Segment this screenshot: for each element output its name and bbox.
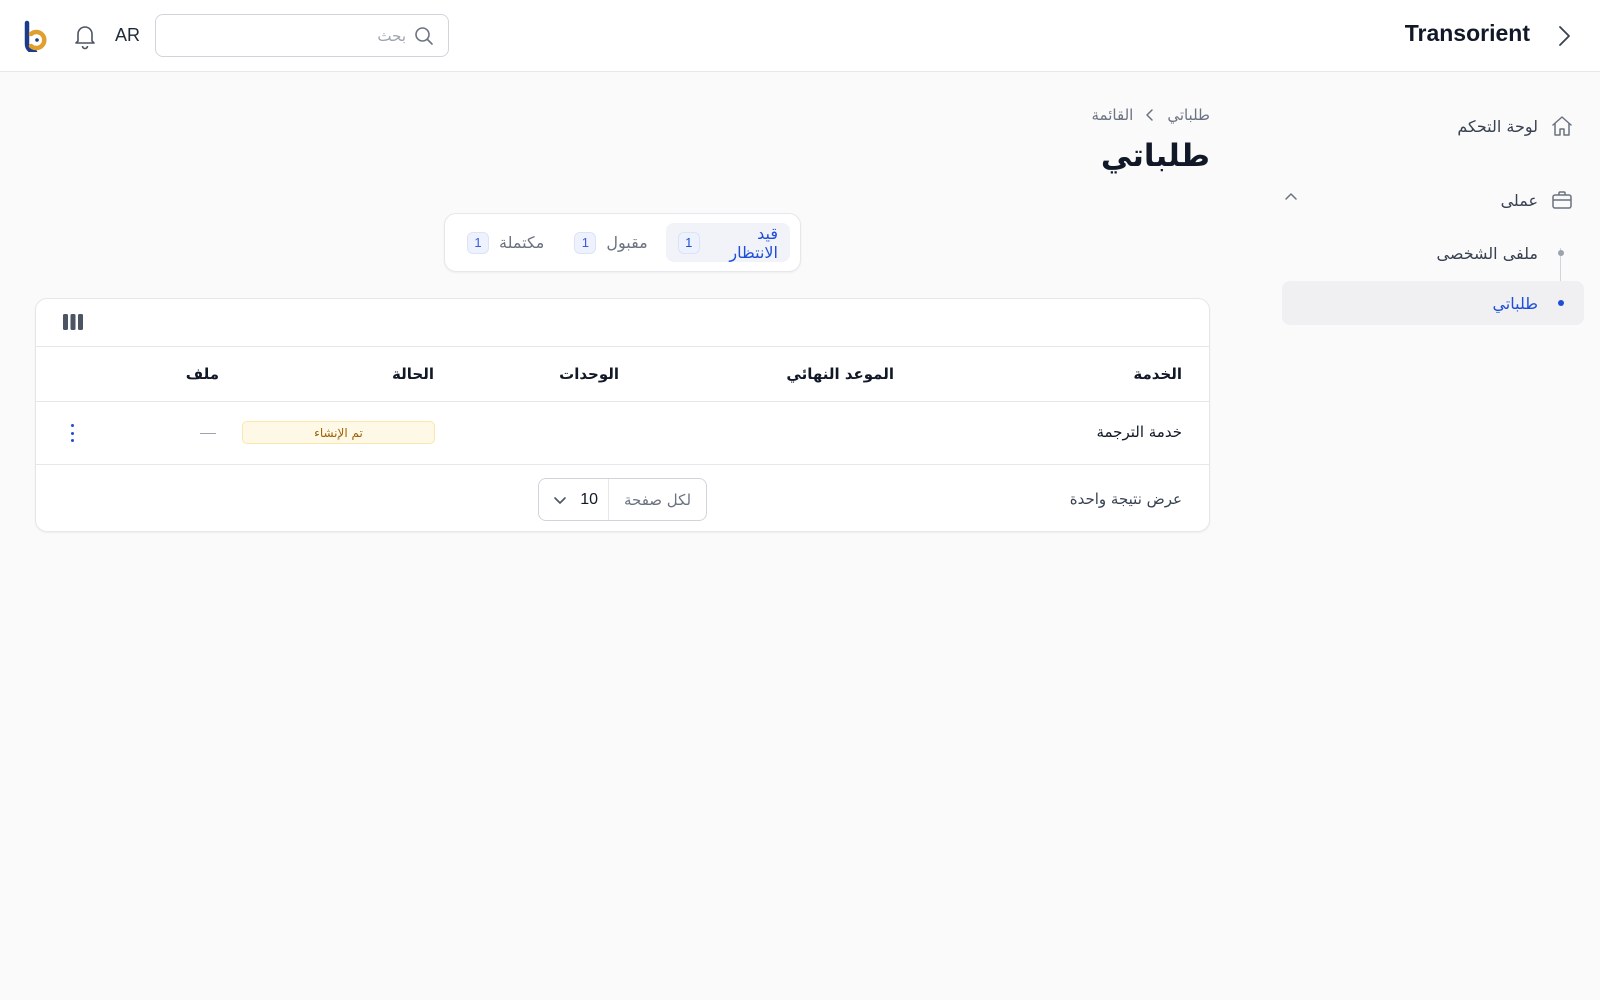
search-box[interactable] — [155, 14, 449, 57]
sidebar-toggle-button[interactable] — [1550, 22, 1578, 50]
sidebar-item-label: لوحة التحكم — [1457, 116, 1538, 136]
per-page-control: لكل صفحة 10 — [538, 478, 707, 521]
logo-icon — [24, 20, 47, 55]
columns-icon[interactable] — [62, 313, 84, 331]
home-icon — [1552, 116, 1572, 136]
table-footer: عرض نتيجة واحدة لكل صفحة 10 — [36, 465, 1209, 531]
cell-file-empty — [200, 433, 216, 434]
search-input[interactable] — [170, 26, 406, 45]
breadcrumb-item-requests[interactable]: طلباتي — [1167, 106, 1210, 124]
sidebar-item-dashboard[interactable]: لوحة التحكم — [1457, 114, 1574, 138]
tab-count-badge: 1 — [677, 231, 700, 254]
sidebar-item-profile[interactable]: ملفى الشخصى — [1282, 231, 1584, 275]
top-bar: Transorient AR — [0, 0, 1600, 72]
tab-count-badge: 1 — [574, 231, 597, 254]
briefcase-icon — [1552, 191, 1572, 209]
tab-count-badge: 1 — [467, 231, 489, 254]
sidebar-item-label: عملى — [1500, 190, 1538, 210]
breadcrumb-separator — [1145, 108, 1155, 122]
dots-vertical-icon — [70, 424, 74, 427]
notifications-button[interactable] — [72, 22, 98, 50]
tab-label: مكتملة — [499, 233, 545, 252]
bell-icon — [75, 26, 95, 50]
table-toolbar — [36, 299, 1209, 347]
cell-service: خدمة الترجمة — [1096, 423, 1182, 441]
app-logo[interactable] — [22, 20, 50, 55]
bullet-icon — [1558, 250, 1564, 256]
results-count: عرض نتيجة واحدة — [1069, 490, 1182, 508]
chevron-down-icon — [554, 496, 566, 504]
chevron-right-icon — [1559, 26, 1570, 46]
tab-pending[interactable]: قيد الانتظار 1 — [665, 223, 790, 262]
table-header: الخدمة الموعد النهائي الوحدات الحالة ملف — [36, 347, 1209, 402]
chevron-up-icon[interactable] — [1284, 190, 1298, 204]
column-header-status[interactable]: الحالة — [392, 365, 434, 383]
column-header-file[interactable]: ملف — [186, 365, 219, 383]
sidebar: لوحة التحكم عملى ملفى الشخصى طلباتي — [1270, 72, 1600, 1000]
page-title: طلباتي — [1100, 138, 1210, 174]
language-switcher[interactable]: AR — [115, 25, 140, 46]
per-page-select[interactable]: 10 — [539, 479, 608, 520]
row-actions-button[interactable] — [68, 422, 76, 444]
status-badge: تم الإنشاء — [242, 421, 435, 444]
column-header-deadline[interactable]: الموعد النهائي — [786, 365, 894, 383]
brand-name: Transorient — [1404, 20, 1530, 46]
column-header-service[interactable]: الخدمة — [1133, 365, 1182, 383]
tab-completed[interactable]: مكتملة 1 — [455, 223, 556, 262]
chevron-left-icon — [1146, 109, 1154, 121]
bullet-icon — [1558, 300, 1564, 306]
sidebar-item-work[interactable]: عملى — [1284, 188, 1574, 212]
search-icon — [415, 26, 433, 45]
column-header-units[interactable]: الوحدات — [559, 365, 619, 383]
breadcrumb-item-list: القائمة — [1091, 106, 1134, 124]
per-page-label: لكل صفحة — [608, 479, 706, 520]
breadcrumb: طلباتي القائمة — [1092, 106, 1210, 124]
sidebar-item-label: طلباتي — [1492, 293, 1538, 313]
tab-label: مقبول — [606, 233, 648, 252]
per-page-value: 10 — [580, 490, 598, 508]
sidebar-item-my-requests[interactable]: طلباتي — [1282, 281, 1584, 325]
tab-label: قيد الانتظار — [729, 223, 778, 262]
table-row[interactable]: خدمة الترجمة تم الإنشاء — [36, 402, 1209, 465]
tab-accepted[interactable]: مقبول 1 — [562, 223, 659, 262]
sidebar-item-label: ملفى الشخصى — [1436, 243, 1538, 263]
status-tabs: قيد الانتظار 1 مقبول 1 مكتملة 1 — [444, 213, 801, 272]
requests-table: الخدمة الموعد النهائي الوحدات الحالة ملف… — [35, 298, 1210, 532]
